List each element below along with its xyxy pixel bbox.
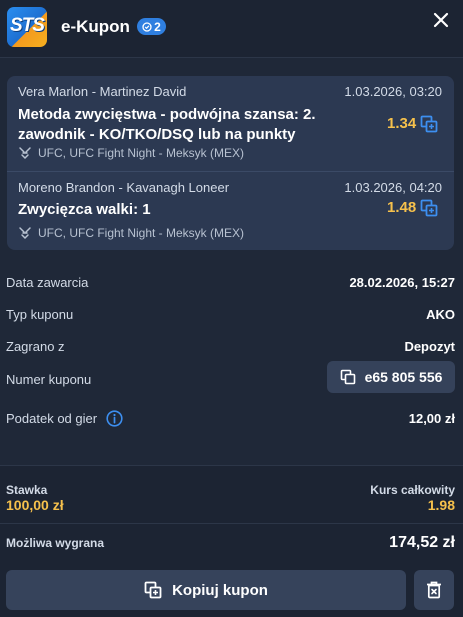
bet-league-text: UFC, UFC Fight Night - Meksyk (MEX) (38, 146, 245, 160)
played-label: Zagrano z (6, 339, 65, 354)
bet-market: Metoda zwycięstwa - podwójna szansa: 2. … (18, 106, 316, 143)
ticket-icon (142, 21, 152, 32)
coupon-number-label: Numer kuponu (6, 372, 92, 387)
bet-market: Zwycięzca walki: 1 (18, 201, 151, 218)
possible-win-label: Możliwa wygrana (6, 536, 105, 550)
bets-list: Vera Marlon - Martinez David 1.03.2026, … (7, 76, 454, 250)
badge-count: 2 (154, 19, 161, 34)
page-title: e-Kupon (61, 17, 130, 36)
delete-coupon-button[interactable] (414, 570, 454, 610)
header: STS e-Kupon 2 (0, 0, 463, 58)
copy-icon[interactable] (420, 199, 438, 217)
ufc-icon (19, 227, 31, 240)
bet-odds: 1.34 (387, 115, 417, 132)
bet-league: UFC, UFC Fight Night - Meksyk (MEX) (18, 146, 244, 160)
stake-value: 100,00 zł (6, 497, 64, 513)
logo-text: STS (10, 15, 45, 36)
coupon-number-copy-button[interactable]: e65 805 556 (327, 361, 455, 393)
stake-label: Stawka (6, 483, 48, 497)
type-label: Typ kuponu (6, 307, 74, 322)
footer: Stawka 100,00 zł Kurs całkowity 1.98 Moż… (0, 465, 463, 617)
bet-teams: Vera Marlon - Martinez David (18, 84, 187, 99)
bet-teams: Moreno Brandon - Kavanagh Loneer (18, 180, 230, 195)
bet-odds: 1.48 (387, 199, 417, 216)
tax-value: 12,00 zł (408, 411, 455, 426)
bet-item: Vera Marlon - Martinez David 1.03.2026, … (7, 76, 454, 170)
coupon-number-value: e65 805 556 (364, 369, 443, 385)
bet-league: UFC, UFC Fight Night - Meksyk (MEX) (18, 226, 244, 240)
ufc-icon (19, 147, 31, 160)
date-value: 28.02.2026, 15:27 (349, 275, 455, 290)
type-value: AKO (426, 307, 455, 322)
copy-coupon-button[interactable]: Kopiuj kupon (6, 570, 406, 610)
info-icon[interactable] (106, 410, 123, 427)
copy-icon[interactable] (420, 115, 438, 133)
date-label: Data zawarcia (6, 275, 89, 290)
total-odds-value: 1.98 (427, 497, 455, 513)
bet-date: 1.03.2026, 04:20 (344, 180, 442, 195)
close-icon (433, 12, 449, 28)
bet-count-badge: 2 (137, 18, 166, 35)
tax-label: Podatek od gier (6, 411, 98, 426)
bet-date: 1.03.2026, 03:20 (344, 84, 442, 99)
bet-league-text: UFC, UFC Fight Night - Meksyk (MEX) (38, 226, 245, 240)
possible-win-value: 174,52 zł (389, 534, 455, 551)
total-odds-label: Kurs całkowity (370, 483, 455, 497)
copy-icon (340, 369, 355, 385)
copy-icon (144, 581, 162, 599)
divider (0, 523, 463, 524)
played-value: Depozyt (404, 339, 455, 354)
close-button[interactable] (430, 9, 452, 31)
trash-icon (427, 581, 441, 599)
sts-logo: STS (7, 7, 47, 47)
copy-coupon-label: Kopiuj kupon (172, 581, 268, 599)
bet-item: Moreno Brandon - Kavanagh Loneer 1.03.20… (7, 171, 454, 250)
